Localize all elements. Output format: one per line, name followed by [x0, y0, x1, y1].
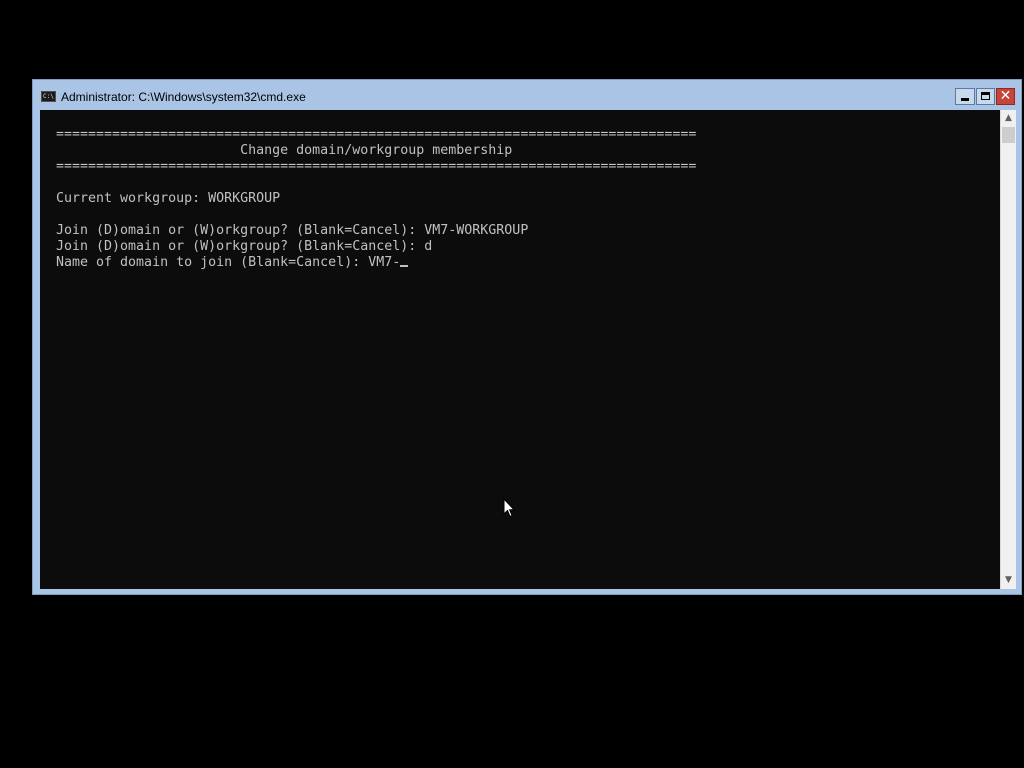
scroll-thumb[interactable] [1002, 127, 1015, 143]
domain-name-input-text[interactable]: Name of domain to join (Blank=Cancel): V… [56, 255, 400, 270]
title-bar[interactable]: C:\ Administrator: C:\Windows\system32\c… [33, 80, 1021, 110]
maximize-icon [981, 92, 990, 100]
separator-line-bottom: ========================================… [56, 159, 697, 174]
close-icon: ✕ [999, 88, 1012, 104]
join-prompt-line-1: Join (D)omain or (W)orkgroup? (Blank=Can… [56, 223, 529, 238]
scroll-up-arrow-icon[interactable]: ▲ [1001, 110, 1016, 127]
vertical-scrollbar[interactable]: ▲ ▼ [1000, 110, 1016, 589]
window-title: Administrator: C:\Windows\system32\cmd.e… [61, 90, 306, 104]
current-workgroup-line: Current workgroup: WORKGROUP [56, 191, 281, 206]
mouse-pointer-icon [503, 498, 515, 518]
minimize-button[interactable] [955, 88, 975, 105]
console-heading: Change domain/workgroup membership [56, 143, 513, 158]
separator-line-top: ========================================… [56, 127, 697, 142]
maximize-button[interactable] [976, 88, 995, 105]
join-prompt-line-2: Join (D)omain or (W)orkgroup? (Blank=Can… [56, 239, 433, 254]
scroll-down-arrow-icon[interactable]: ▼ [1001, 572, 1016, 589]
console-output[interactable]: ========================================… [40, 110, 1000, 589]
console-text: ========================================… [56, 127, 696, 271]
domain-name-prompt[interactable]: Name of domain to join (Blank=Cancel): V… [56, 255, 696, 271]
minimize-icon [961, 98, 969, 101]
close-button[interactable]: ✕ [996, 88, 1015, 105]
text-cursor [400, 265, 409, 267]
console-icon: C:\ [41, 91, 56, 102]
cmd-window[interactable]: C:\ Administrator: C:\Windows\system32\c… [32, 79, 1022, 595]
